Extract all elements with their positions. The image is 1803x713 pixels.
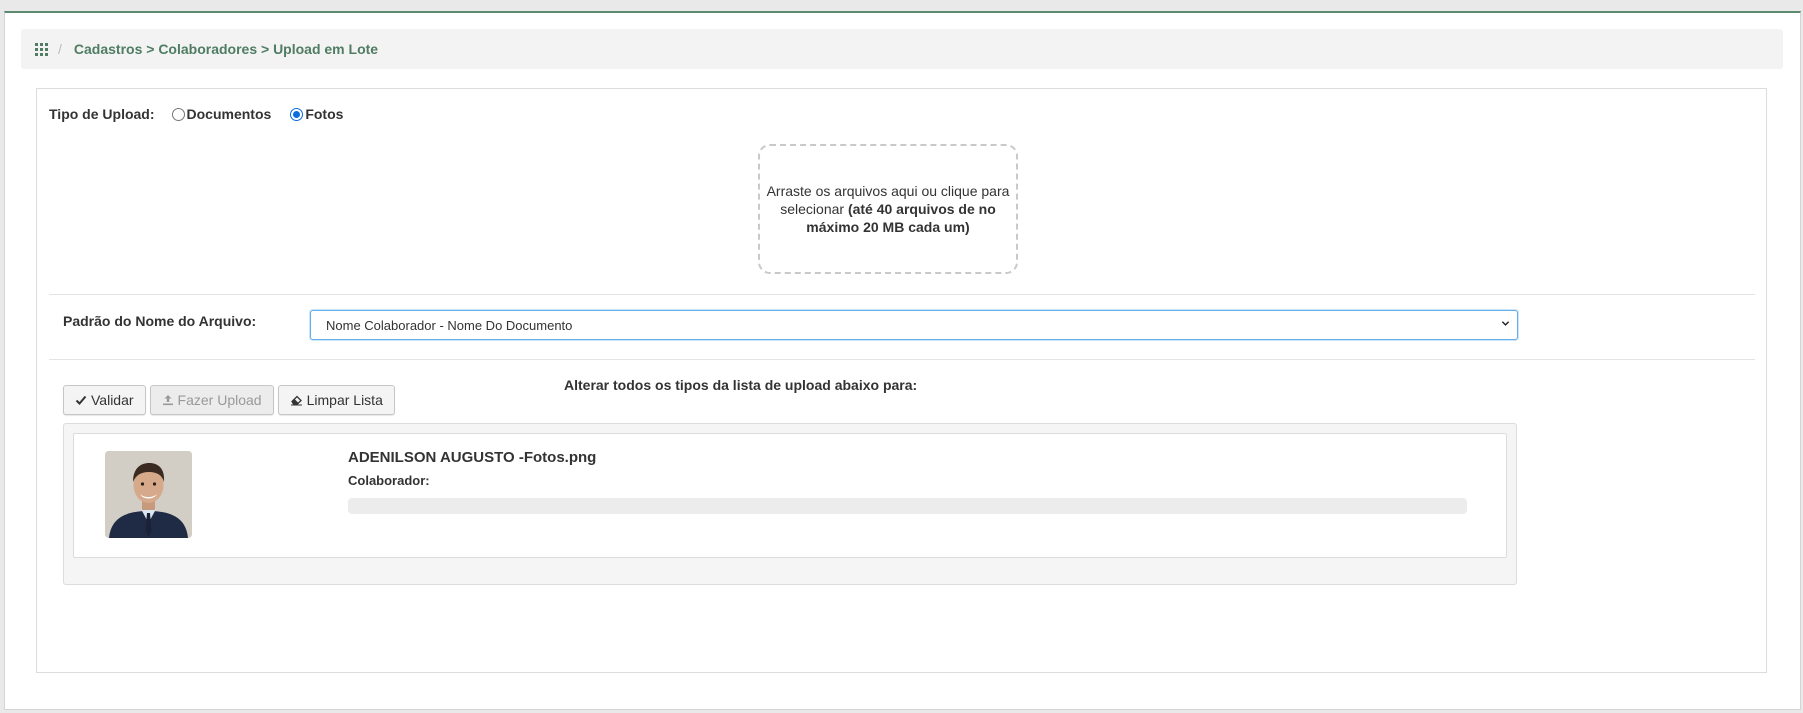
- breadcrumb: / Cadastros > Colaboradores > Upload em …: [21, 29, 1783, 69]
- divider: [49, 359, 1755, 360]
- bulk-change-label: Alterar todos os tipos da lista de uploa…: [564, 377, 918, 393]
- upload-type-label: Tipo de Upload:: [49, 106, 155, 122]
- page-container: / Cadastros > Colaboradores > Upload em …: [4, 11, 1801, 710]
- clear-list-button-label: Limpar Lista: [306, 392, 383, 408]
- collaborator-label: Colaborador:: [348, 473, 430, 488]
- list-item: ADENILSON AUGUSTO -Fotos.png Colaborador…: [73, 433, 1507, 558]
- upload-type-group: Tipo de Upload: Documentos Fotos: [49, 106, 362, 122]
- upload-panel: Tipo de Upload: Documentos Fotos Arraste…: [36, 88, 1767, 673]
- validate-button[interactable]: Validar: [63, 385, 146, 415]
- upload-button-label: Fazer Upload: [177, 392, 262, 408]
- breadcrumb-path[interactable]: Cadastros > Colaboradores > Upload em Lo…: [74, 41, 378, 57]
- upload-button[interactable]: Fazer Upload: [149, 385, 274, 415]
- clear-list-button[interactable]: Limpar Lista: [277, 385, 395, 415]
- filename-pattern-select[interactable]: Nome Colaborador - Nome Do Documento: [310, 310, 1518, 340]
- dropzone-text-block: Arraste os arquivos aqui ou clique para …: [762, 182, 1014, 236]
- radio-fotos-label[interactable]: Fotos: [305, 106, 343, 122]
- upload-list: ADENILSON AUGUSTO -Fotos.png Colaborador…: [63, 423, 1517, 585]
- eraser-icon: [290, 395, 302, 406]
- upload-progress-bar: [348, 498, 1467, 514]
- divider: [49, 294, 1755, 295]
- filename-pattern-value: Nome Colaborador - Nome Do Documento: [326, 317, 573, 333]
- radio-fotos[interactable]: [290, 107, 304, 121]
- action-buttons: Validar Fazer Upload Limpar Lista: [63, 385, 395, 415]
- radio-documentos[interactable]: [171, 107, 185, 121]
- upload-icon: [162, 395, 173, 406]
- chevron-down-icon: [1501, 321, 1510, 326]
- collaborator-photo: [105, 451, 192, 538]
- filename-pattern-label: Padrão do Nome do Arquivo:: [63, 313, 257, 329]
- portrait-image: [105, 451, 192, 538]
- breadcrumb-separator: /: [58, 41, 62, 57]
- file-name: ADENILSON AUGUSTO -Fotos.png: [348, 449, 597, 466]
- check-icon: [75, 395, 87, 405]
- radio-documentos-label[interactable]: Documentos: [187, 106, 272, 122]
- apps-grid-icon[interactable]: [35, 42, 48, 56]
- file-dropzone[interactable]: Arraste os arquivos aqui ou clique para …: [758, 144, 1018, 274]
- validate-button-label: Validar: [91, 392, 134, 408]
